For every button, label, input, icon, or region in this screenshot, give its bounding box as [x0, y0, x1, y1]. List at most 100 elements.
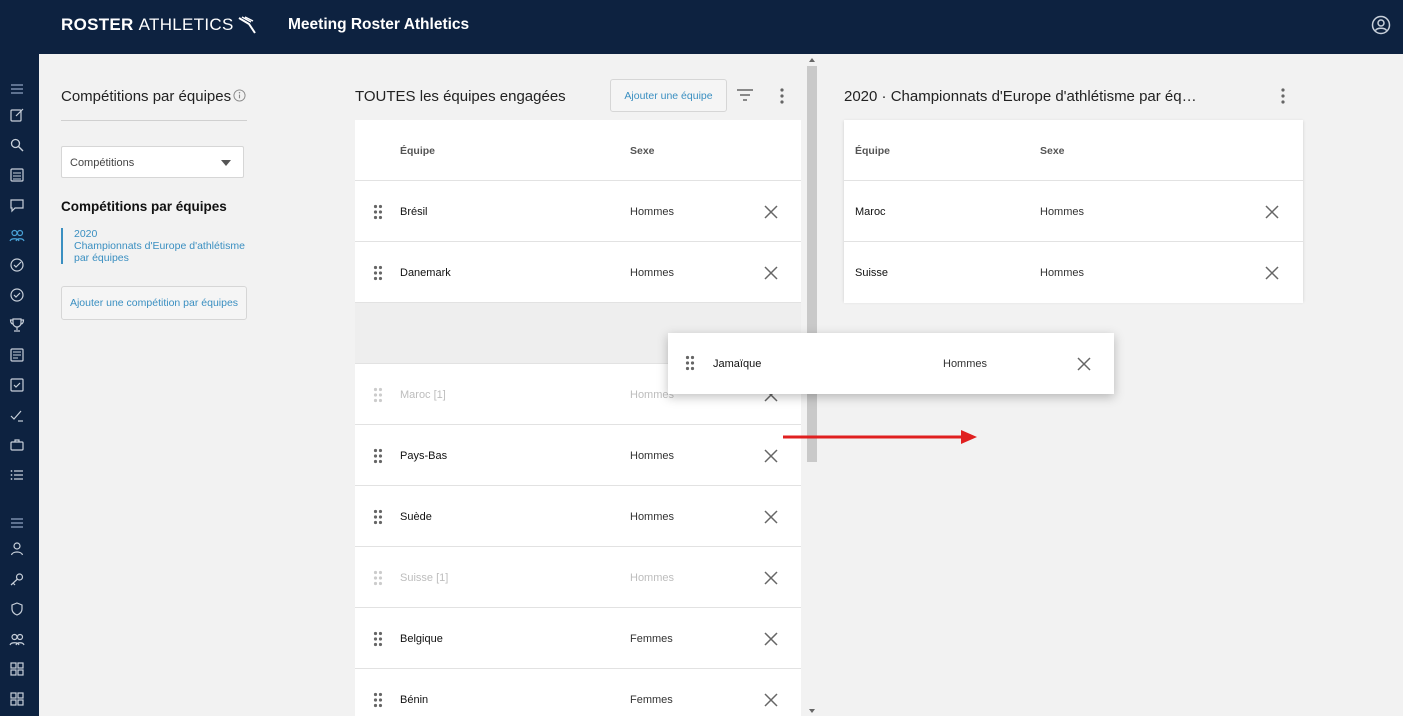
info-icon[interactable]: [233, 89, 246, 107]
close-icon[interactable]: [764, 266, 778, 280]
team-name: Pays-Bas: [400, 450, 448, 462]
team-name: Jamaïque: [713, 358, 762, 370]
close-icon[interactable]: [764, 449, 778, 463]
table-row[interactable]: Suisse [1] Hommes: [355, 547, 801, 608]
team-sex: Hommes: [630, 206, 675, 218]
scroll-up-icon[interactable]: [809, 58, 815, 62]
briefcase-icon[interactable]: [9, 437, 25, 453]
table-row[interactable]: Brésil Hommes: [355, 181, 801, 242]
close-icon[interactable]: [1077, 357, 1091, 371]
competition-teams-title: 2020 · Championnats d'Europe d'athlétism…: [844, 88, 1197, 105]
drag-handle-icon[interactable]: [373, 387, 383, 403]
team-name: Suède: [400, 511, 432, 523]
table-row[interactable]: Suède Hommes: [355, 486, 801, 547]
close-icon[interactable]: [764, 571, 778, 585]
dragged-row[interactable]: Jamaïque Hommes: [668, 333, 1114, 394]
competition-teams-table: Équipe Sexe Maroc Hommes Suisse Hommes: [844, 120, 1303, 303]
team-name: Brésil: [400, 206, 428, 218]
left-panel-title: Compétitions par équipes: [61, 88, 232, 105]
person-icon[interactable]: [9, 541, 25, 557]
select-value: Compétitions: [70, 157, 135, 169]
brand-logo[interactable]: ROSTER ATHLETICS: [61, 15, 257, 35]
brand-bold: ROSTER: [61, 15, 134, 34]
close-icon[interactable]: [1265, 205, 1279, 219]
table-header: Équipe Sexe: [844, 120, 1303, 181]
team-sex: Hommes: [630, 267, 675, 279]
close-icon[interactable]: [764, 510, 778, 524]
table-row[interactable]: Bénin Femmes: [355, 669, 801, 716]
drag-handle-icon[interactable]: [685, 355, 695, 371]
check-circle-icon[interactable]: [9, 287, 25, 303]
competition-name-line2: par équipes: [74, 252, 129, 264]
add-team-button[interactable]: Ajouter une équipe: [610, 79, 727, 112]
drag-handle-icon[interactable]: [373, 570, 383, 586]
section-title: Compétitions par équipes: [61, 199, 227, 214]
trophy-icon[interactable]: [9, 317, 25, 333]
nav-rail: [0, 54, 39, 716]
account-icon[interactable]: [1371, 15, 1391, 40]
more-vert-icon[interactable]: [779, 87, 785, 110]
table-row[interactable]: Suisse Hommes: [844, 242, 1303, 303]
competition-item-2020[interactable]: 2020 Championnats d'Europe d'athlétisme …: [61, 228, 247, 264]
close-icon[interactable]: [764, 632, 778, 646]
team-sex: Femmes: [630, 694, 673, 706]
teams-icon[interactable]: [9, 227, 25, 243]
more-vert-icon[interactable]: [1280, 87, 1286, 110]
col-team-header: Équipe: [855, 145, 891, 157]
search-icon[interactable]: [9, 137, 25, 153]
drag-handle-icon[interactable]: [373, 448, 383, 464]
drag-handle-icon[interactable]: [373, 204, 383, 220]
team-name: Danemark: [400, 267, 451, 279]
team-sex: Hommes: [630, 572, 675, 584]
people-icon[interactable]: [9, 631, 25, 647]
key-icon[interactable]: [9, 571, 25, 587]
drag-handle-icon[interactable]: [373, 509, 383, 525]
menu-icon[interactable]: [9, 515, 25, 531]
table-header: Équipe Sexe: [355, 120, 801, 181]
chevron-down-icon: [221, 160, 231, 166]
scroll-down-icon[interactable]: [809, 709, 815, 713]
scrollbar-thumb[interactable]: [807, 66, 817, 462]
drag-handle-icon[interactable]: [373, 265, 383, 281]
drag-direction-arrow: [783, 430, 977, 444]
edit-icon[interactable]: [9, 107, 25, 123]
menu-icon[interactable]: [9, 81, 25, 97]
top-bar: ROSTER ATHLETICS Meeting Roster Athletic…: [0, 0, 1403, 54]
filter-icon[interactable]: [736, 88, 754, 107]
col-sex-header: Sexe: [1040, 145, 1065, 157]
table-row[interactable]: Belgique Femmes: [355, 608, 801, 669]
team-name: Maroc: [855, 206, 886, 218]
competition-name-line1: Championnats d'Europe d'athlétisme: [74, 240, 245, 252]
add-competition-button[interactable]: Ajouter une compétition par équipes: [61, 286, 247, 320]
check-edit-icon[interactable]: [9, 407, 25, 423]
grid-icon[interactable]: [9, 661, 25, 677]
close-icon[interactable]: [764, 205, 778, 219]
close-icon[interactable]: [764, 693, 778, 707]
table-row[interactable]: Danemark Hommes: [355, 242, 801, 303]
team-sex: Hommes: [630, 511, 675, 523]
team-name: Belgique: [400, 633, 443, 645]
team-sex: Hommes: [630, 450, 675, 462]
shield-icon[interactable]: [9, 601, 25, 617]
all-teams-table: Équipe Sexe Brésil Hommes Danemark Homme…: [355, 120, 801, 716]
competitions-select[interactable]: Compétitions: [61, 146, 244, 178]
list-bullets-icon[interactable]: [9, 467, 25, 483]
team-sex: Hommes: [1040, 206, 1085, 218]
grid-icon[interactable]: [9, 691, 25, 707]
table-row[interactable]: Maroc Hommes: [844, 181, 1303, 242]
table-row[interactable]: Pays-Bas Hommes: [355, 425, 801, 486]
document-icon[interactable]: [9, 347, 25, 363]
all-teams-title: TOUTES les équipes engagées: [355, 88, 566, 105]
sprinter-logo-icon: [238, 16, 256, 34]
checkbox-icon[interactable]: [9, 377, 25, 393]
competition-year: 2020: [74, 228, 98, 240]
drag-handle-icon[interactable]: [373, 631, 383, 647]
team-sex: Hommes: [943, 358, 988, 370]
drag-handle-icon[interactable]: [373, 692, 383, 708]
list-icon[interactable]: [9, 167, 25, 183]
team-sex: Femmes: [630, 633, 673, 645]
close-icon[interactable]: [1265, 266, 1279, 280]
message-icon[interactable]: [9, 197, 25, 213]
check-circle-icon[interactable]: [9, 257, 25, 273]
col-team-header: Équipe: [400, 145, 436, 157]
